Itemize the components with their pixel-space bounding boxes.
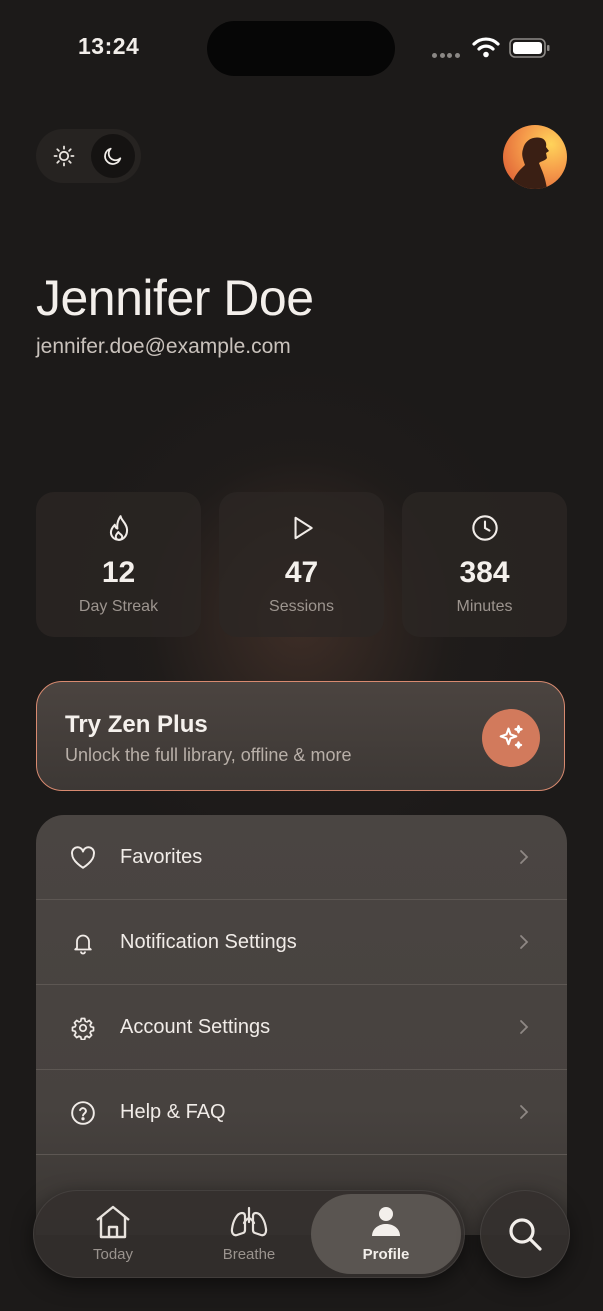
person-icon (372, 1207, 400, 1236)
search-button[interactable] (480, 1190, 570, 1278)
stat-label: Day Streak (78, 598, 159, 615)
dynamic-island (207, 21, 395, 76)
tab-today[interactable]: Today (43, 1190, 183, 1278)
heart-icon (71, 846, 95, 869)
moon-icon (104, 147, 122, 165)
tab-bar: Today Breathe Profile (33, 1190, 465, 1278)
stat-label: Sessions (269, 598, 334, 615)
tab-breathe[interactable]: Breathe (179, 1190, 319, 1278)
chevron-right-icon (520, 850, 529, 864)
flame-icon (109, 515, 128, 541)
clock-icon (471, 515, 498, 541)
zen-plus-promo-card[interactable]: Try Zen Plus Unlock the full library, of… (36, 681, 565, 791)
stat-value: 47 (284, 556, 319, 589)
stat-value: 12 (101, 556, 136, 589)
chevron-right-icon (520, 1020, 529, 1034)
search-icon (509, 1218, 542, 1251)
home-icon (96, 1205, 130, 1239)
chevron-right-icon (520, 1105, 529, 1119)
theme-toggle[interactable] (36, 129, 141, 183)
avatar[interactable] (503, 125, 567, 189)
tab-profile[interactable]: Profile (311, 1194, 461, 1274)
tab-label: Breathe (222, 1246, 276, 1263)
status-indicators (432, 36, 552, 62)
help-circle-icon (71, 1101, 95, 1125)
chevron-right-icon (520, 935, 529, 949)
menu-item-label: Help & FAQ (120, 1101, 226, 1123)
battery-icon (509, 38, 550, 58)
gear-icon (71, 1017, 95, 1040)
bell-icon (74, 934, 92, 955)
sparkles-icon (499, 725, 523, 749)
stat-value: 384 (459, 556, 510, 589)
status-time: 13:24 (78, 33, 140, 59)
promo-title: Try Zen Plus (65, 711, 208, 738)
tab-label: Profile (362, 1246, 410, 1263)
menu-item-help-faq[interactable]: Help & FAQ (36, 1070, 567, 1155)
sun-icon (53, 145, 75, 167)
wifi-icon (472, 37, 500, 58)
dark-mode-button[interactable] (91, 134, 135, 178)
settings-menu: Favorites Notification Settings Account … (36, 815, 567, 1235)
menu-item-label: Notification Settings (120, 931, 297, 953)
promo-subtitle: Unlock the full library, offline & more (65, 745, 352, 765)
play-icon (294, 516, 313, 540)
stat-card-minutes: 384 Minutes (402, 492, 567, 637)
light-mode-button[interactable] (42, 134, 86, 178)
menu-item-notification-settings[interactable]: Notification Settings (36, 900, 567, 985)
menu-item-favorites[interactable]: Favorites (36, 815, 567, 900)
user-email: jennifer.doe@example.com (36, 335, 291, 358)
stat-label: Minutes (456, 598, 513, 615)
tab-label: Today (92, 1246, 134, 1263)
upgrade-button[interactable] (482, 709, 540, 767)
menu-item-account-settings[interactable]: Account Settings (36, 985, 567, 1070)
stat-card-sessions: 47 Sessions (219, 492, 384, 637)
lungs-icon (230, 1206, 268, 1237)
user-name: Jennifer Doe (36, 270, 314, 326)
menu-item-label: Account Settings (120, 1016, 271, 1038)
stat-card-streak: 12 Day Streak (36, 492, 201, 637)
menu-item-label: Favorites (120, 846, 203, 868)
cellular-signal-icon (432, 45, 462, 63)
